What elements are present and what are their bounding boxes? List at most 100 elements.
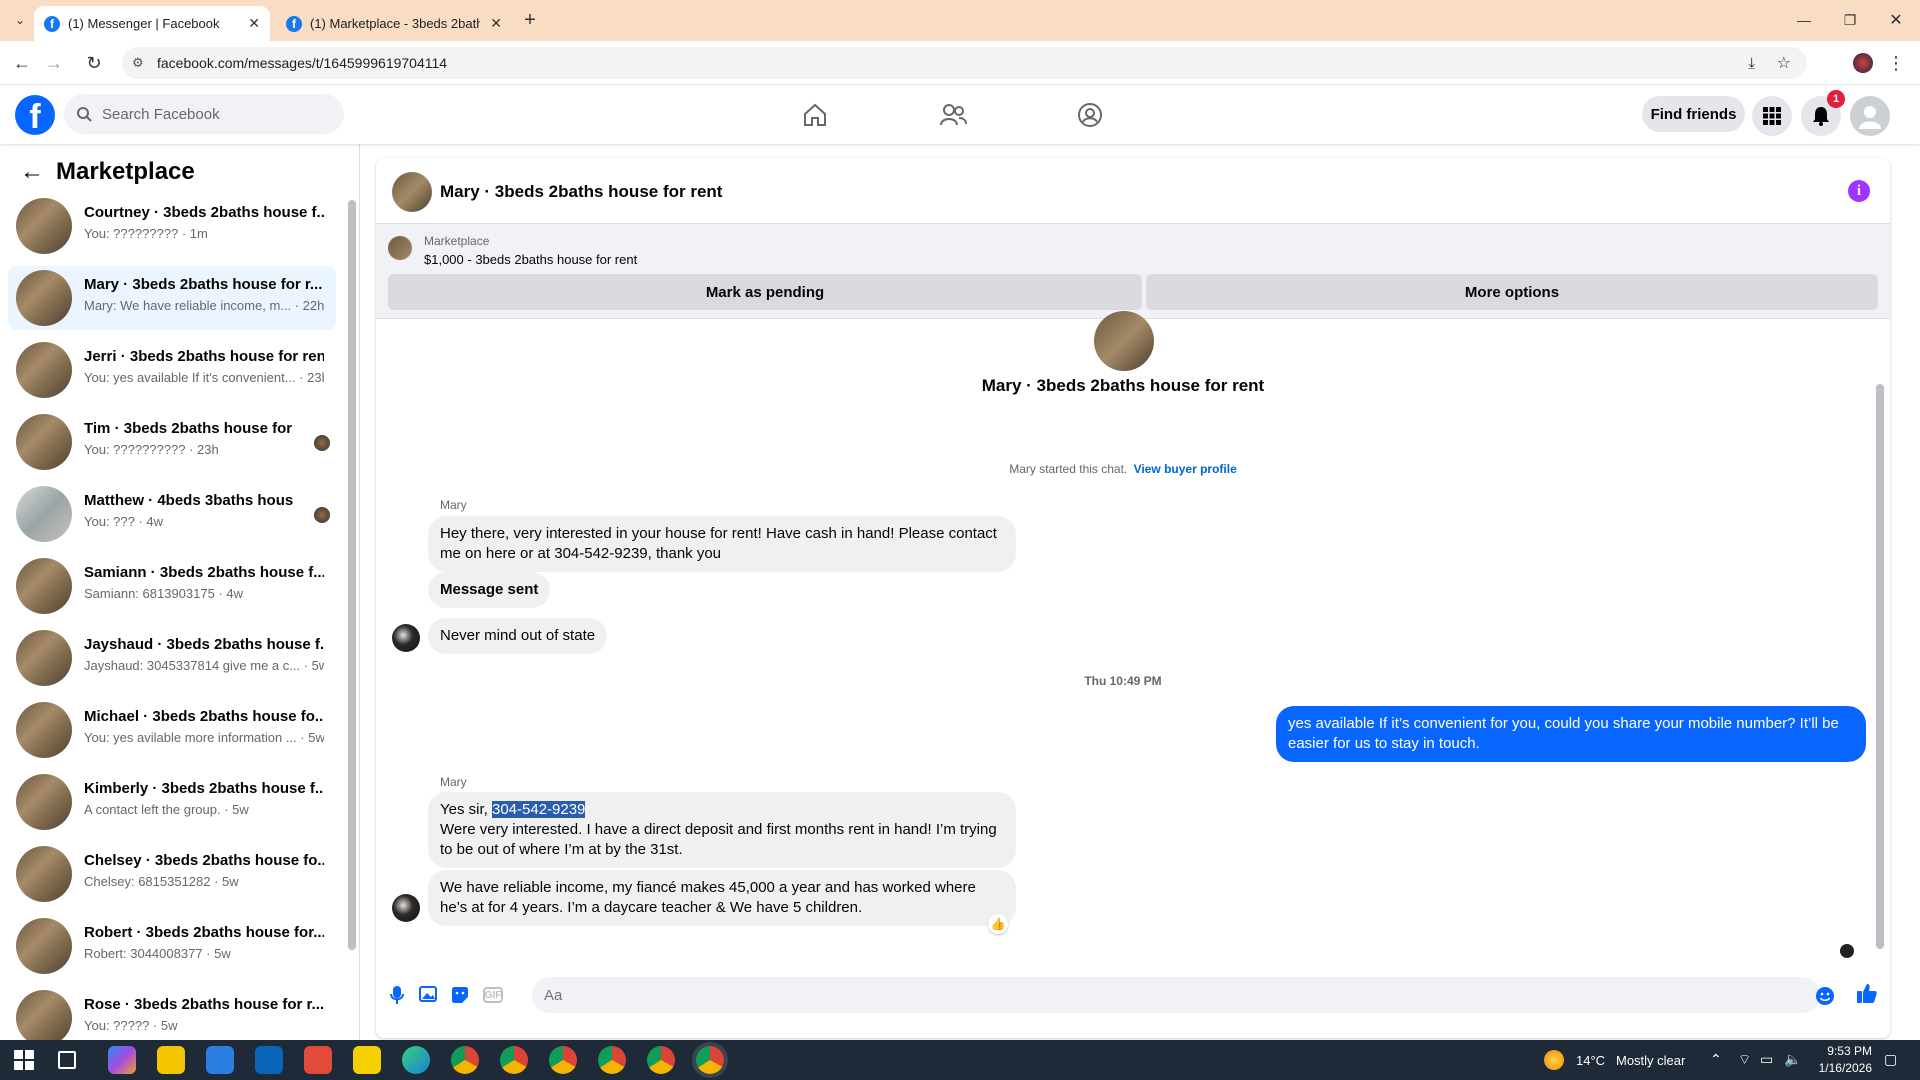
facebook-logo[interactable]: f — [15, 95, 55, 135]
back-arrow-icon[interactable]: ← — [20, 158, 44, 186]
copilot-icon[interactable] — [108, 1046, 136, 1074]
friends-nav-button[interactable] — [936, 98, 970, 132]
chrome-icon[interactable] — [451, 1046, 479, 1074]
message-input[interactable] — [532, 977, 1820, 1013]
url-field[interactable]: ⚙ facebook.com/messages/t/16459996197041… — [122, 47, 1807, 79]
clock-date[interactable]: 1/16/2026 — [1802, 1061, 1872, 1075]
conversation-name: Matthew · 4beds 3baths hous... — [84, 492, 294, 509]
browser-menu-icon[interactable]: ⋮ — [1884, 51, 1908, 75]
volume-icon[interactable]: 🔈 — [1784, 1051, 1801, 1068]
sticky-notes-icon[interactable] — [353, 1046, 381, 1074]
chrome-icon[interactable] — [647, 1046, 675, 1074]
conversation-item[interactable]: Jerri · 3beds 2baths house for rent You:… — [8, 338, 336, 402]
conversation-name: Kimberly · 3beds 2baths house f... — [84, 780, 324, 797]
sidebar-scrollbar[interactable] — [348, 200, 356, 950]
start-button[interactable] — [10, 1046, 38, 1074]
listing-title[interactable]: $1,000 - 3beds 2baths house for rent — [424, 252, 637, 267]
new-tab-icon[interactable]: + — [518, 8, 542, 32]
weather-icon[interactable] — [1544, 1050, 1564, 1070]
conversation-preview: You: ??? · 4w — [84, 514, 164, 529]
network-icon[interactable]: ⌔ — [1738, 1051, 1751, 1069]
conversation-item[interactable]: Courtney · 3beds 2baths house f... You: … — [8, 194, 336, 258]
menu-button[interactable] — [1752, 96, 1792, 136]
conversation-item[interactable]: Chelsey · 3beds 2baths house fo... Chels… — [8, 842, 336, 906]
message-bubble[interactable]: Never mind out of state — [428, 618, 608, 654]
app-icon[interactable] — [304, 1046, 332, 1074]
chrome-icon[interactable] — [500, 1046, 528, 1074]
avatar[interactable] — [392, 172, 432, 212]
install-app-icon[interactable]: ⤓ — [1748, 55, 1755, 72]
emoji-icon[interactable] — [1814, 985, 1836, 1007]
conversation-item[interactable]: Jayshaud · 3beds 2baths house f... Jaysh… — [8, 626, 336, 690]
battery-icon[interactable]: ▭ — [1760, 1051, 1773, 1068]
more-options-button[interactable]: More options — [1146, 274, 1878, 310]
weather-temp[interactable]: 14°C — [1576, 1053, 1605, 1068]
outlook-icon[interactable] — [255, 1046, 283, 1074]
conversation-item[interactable]: Kimberly · 3beds 2baths house f... A con… — [8, 770, 336, 834]
conversation-item[interactable]: Matthew · 4beds 3baths hous... You: ??? … — [8, 482, 336, 546]
file-explorer-icon[interactable] — [157, 1046, 185, 1074]
sender-avatar[interactable] — [392, 894, 420, 922]
conversation-item[interactable]: Tim · 3beds 2baths house for ... You: ??… — [8, 410, 336, 474]
conversation-item[interactable]: Mary · 3beds 2baths house for r... Mary:… — [8, 266, 336, 330]
chrome-icon[interactable] — [598, 1046, 626, 1074]
minimize-icon[interactable]: — — [1792, 8, 1816, 32]
home-nav-button[interactable] — [798, 98, 832, 132]
thumbs-up-send-icon[interactable] — [1856, 982, 1878, 1004]
bookmark-star-icon[interactable]: ☆ — [1777, 53, 1791, 73]
message-bubble-outgoing[interactable]: yes available If it’s convenient for you… — [1276, 706, 1866, 762]
search-facebook-field[interactable]: Search Facebook — [64, 94, 344, 134]
close-tab-icon[interactable]: ✕ — [248, 15, 260, 32]
notifications-button[interactable]: 1 — [1801, 90, 1845, 136]
message-bubble[interactable]: Message sent — [428, 572, 551, 608]
tab-search-icon[interactable]: ⌄ — [8, 8, 32, 32]
tab-messenger[interactable]: f (1) Messenger | Facebook ✕ — [34, 6, 270, 41]
chat-scrollbar[interactable] — [1876, 384, 1884, 949]
store-icon[interactable] — [206, 1046, 234, 1074]
view-buyer-profile-link[interactable]: View buyer profile — [1134, 462, 1237, 476]
notification-center-icon[interactable]: ▢ — [1884, 1051, 1897, 1068]
show-hidden-icons-icon[interactable]: ⌃ — [1710, 1051, 1722, 1068]
conversation-preview: Mary: We have reliable income, m... · 22… — [84, 298, 324, 313]
gif-icon[interactable]: GIF — [483, 987, 503, 1003]
sidebar-title: Marketplace — [56, 158, 195, 185]
restore-icon[interactable]: ❐ — [1838, 8, 1862, 32]
conversation-preview: Robert: 3044008377 · 5w — [84, 946, 231, 961]
facebook-favicon-icon: f — [44, 15, 60, 32]
profile-avatar[interactable] — [1853, 53, 1873, 73]
thumbs-up-reaction-icon[interactable]: 👍 — [988, 914, 1008, 934]
chrome-icon-active[interactable] — [696, 1046, 724, 1074]
groups-nav-button[interactable] — [1073, 98, 1107, 132]
account-button[interactable] — [1850, 96, 1890, 136]
url-text: facebook.com/messages/t/1645999619704114 — [157, 55, 448, 71]
edge-icon[interactable] — [402, 1046, 430, 1074]
message-bubble[interactable]: Yes sir, 304-542-9239 Were very interest… — [428, 792, 1016, 868]
close-tab-icon[interactable]: ✕ — [490, 15, 502, 32]
conversation-item[interactable]: Robert · 3beds 2baths house for... Rober… — [8, 914, 336, 978]
task-view-icon[interactable] — [58, 1051, 76, 1069]
reload-icon[interactable]: ↻ — [82, 51, 106, 75]
back-icon[interactable]: ← — [10, 51, 34, 75]
weather-description[interactable]: Mostly clear — [1616, 1053, 1685, 1068]
close-window-icon[interactable]: ✕ — [1884, 8, 1908, 32]
photo-icon[interactable] — [418, 984, 440, 1006]
highlighted-phone-number[interactable]: 304-542-9239 — [491, 801, 586, 818]
tab-marketplace[interactable]: f (1) Marketplace - 3beds 2baths ✕ — [276, 6, 512, 41]
message-bubble[interactable]: We have reliable income, my fiancé makes… — [428, 870, 1016, 926]
message-bubble[interactable]: Hey there, very interested in your house… — [428, 516, 1016, 572]
sender-avatar[interactable] — [392, 624, 420, 652]
mark-as-pending-button[interactable]: Mark as pending — [388, 274, 1142, 310]
conversation-item[interactable]: Michael · 3beds 2baths house fo... You: … — [8, 698, 336, 762]
microphone-icon[interactable] — [386, 984, 408, 1006]
info-icon[interactable]: i — [1848, 180, 1870, 202]
site-info-icon[interactable]: ⚙ — [132, 55, 144, 71]
chat-title[interactable]: Mary · 3beds 2baths house for rent — [440, 182, 722, 202]
conversation-item[interactable]: Samiann · 3beds 2baths house f... Samian… — [8, 554, 336, 618]
conversation-item[interactable]: Rose · 3beds 2baths house for r... You: … — [8, 986, 336, 1040]
sticker-icon[interactable] — [449, 984, 471, 1006]
profile-avatar[interactable] — [1094, 311, 1154, 371]
forward-icon[interactable]: → — [42, 51, 66, 75]
find-friends-button[interactable]: Find friends — [1642, 96, 1745, 132]
clock-time[interactable]: 9:53 PM — [1812, 1044, 1872, 1058]
chrome-icon[interactable] — [549, 1046, 577, 1074]
